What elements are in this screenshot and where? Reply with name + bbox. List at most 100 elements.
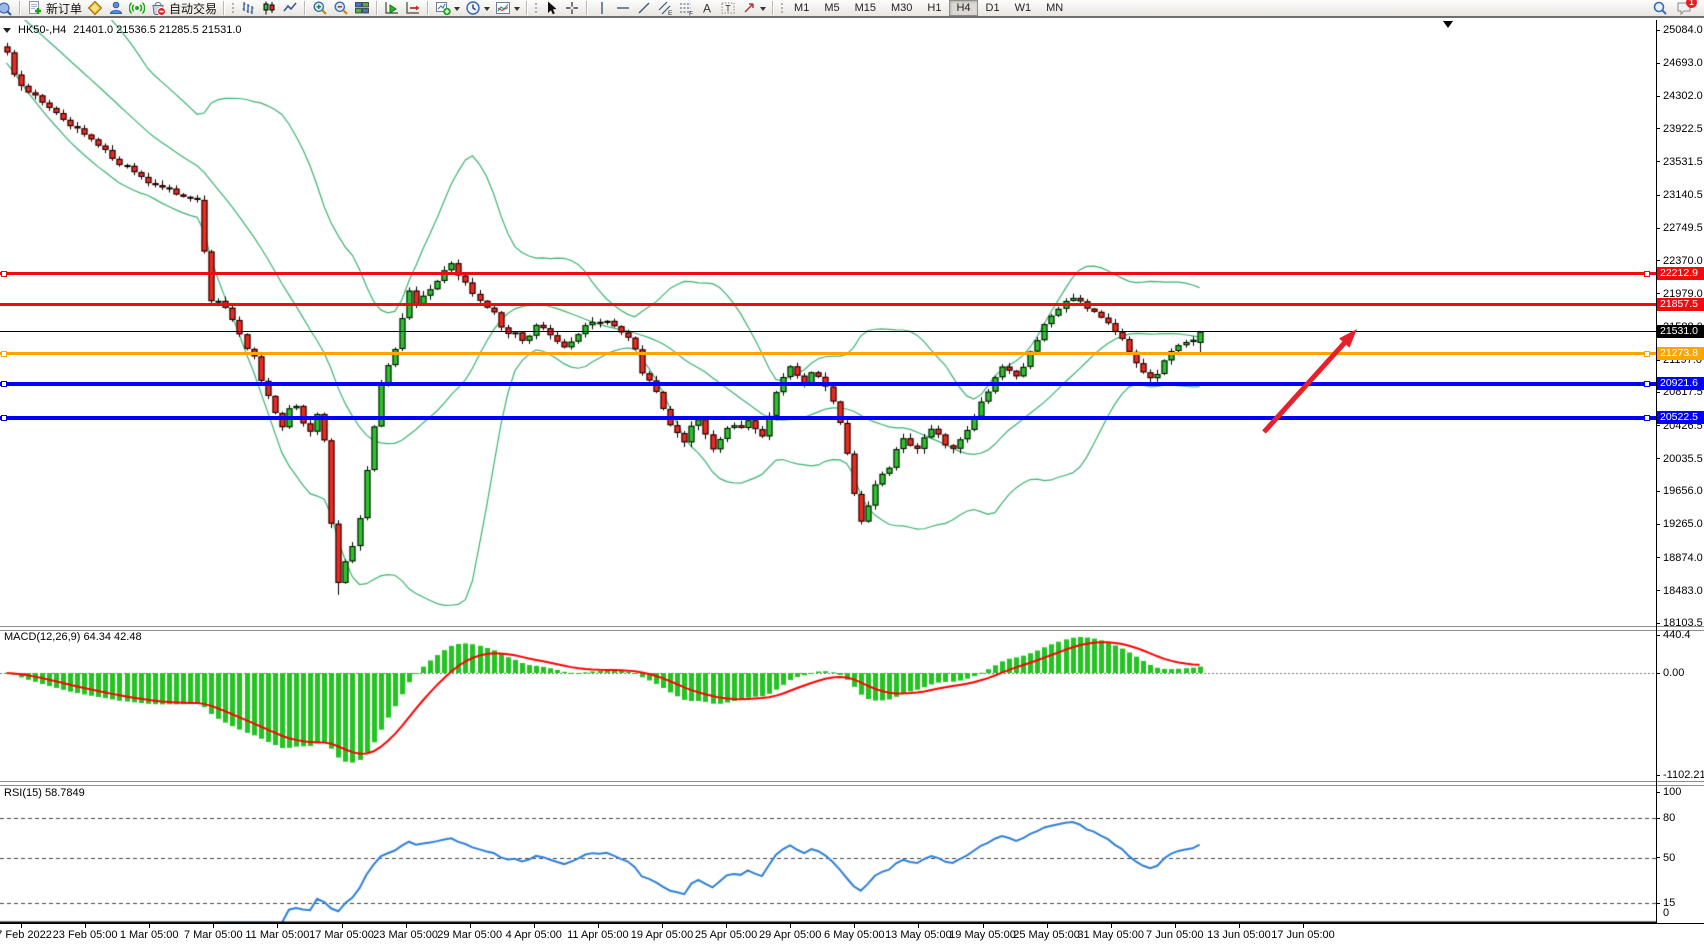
periods-icon — [465, 0, 481, 16]
toolbar-separator — [304, 1, 306, 15]
zoom-in-button[interactable] — [310, 0, 330, 17]
price-level-label: 22212.9 — [1657, 267, 1704, 280]
text-button[interactable]: A — [697, 0, 717, 17]
macd-axis-label: -1102.21 — [1663, 769, 1704, 781]
chart-shift-button[interactable] — [403, 0, 423, 17]
chart-shift-icon — [405, 0, 421, 16]
y-axis-tick — [1656, 161, 1660, 162]
fibonacci-button[interactable]: F — [676, 0, 696, 17]
signals-button[interactable] — [127, 0, 147, 17]
toolbar-grip[interactable] — [534, 2, 538, 15]
search-button[interactable] — [1652, 0, 1668, 16]
autotrading-button[interactable]: 自动交易 — [148, 0, 219, 17]
timeframe-d1-button[interactable]: D1 — [979, 0, 1007, 16]
timeframe-m1-button[interactable]: M1 — [787, 0, 816, 16]
main-price-chart[interactable] — [0, 20, 1656, 626]
signals-icon — [129, 0, 145, 16]
auto-scroll-button[interactable] — [382, 0, 402, 17]
templates-button[interactable] — [493, 0, 522, 17]
rsi-axis-label: 100 — [1663, 786, 1681, 798]
toolbar-separator — [586, 1, 588, 15]
rsi-axis-tick — [1656, 792, 1660, 793]
rsi-indicator-panel[interactable] — [0, 784, 1656, 923]
macd-axis-tick — [1656, 673, 1660, 674]
timeframe-h4-button[interactable]: H4 — [949, 0, 977, 16]
tile-windows-icon — [354, 0, 370, 16]
indicators-button[interactable] — [433, 0, 462, 17]
y-axis-tick — [1656, 458, 1660, 459]
time-axis-tick — [726, 924, 727, 928]
app-icon[interactable] — [0, 0, 15, 17]
candlestick-chart-icon — [261, 0, 277, 16]
line-chart-icon — [282, 0, 298, 16]
chat-button[interactable]: 1 — [1676, 0, 1692, 16]
y-axis-tick — [1656, 590, 1660, 591]
price-level-label: 21531.0 — [1657, 325, 1704, 338]
chat-unread-badge: 1 — [1686, 0, 1697, 8]
macd-axis-label: 440.4 — [1663, 629, 1691, 641]
profile-button[interactable] — [106, 0, 126, 17]
rsi-label: RSI(15) 58.7849 — [4, 787, 85, 799]
time-axis-tick — [1175, 924, 1176, 928]
toolbar-grip[interactable] — [231, 2, 235, 15]
trendline-icon — [636, 0, 652, 16]
metaeditor-icon — [87, 0, 103, 16]
chevron-down-icon — [514, 7, 520, 14]
time-axis-tick — [598, 924, 599, 928]
main-toolbar: 新订单 自动交易 — [0, 0, 1704, 18]
periods-button[interactable] — [463, 0, 492, 17]
panel-splitter[interactable] — [0, 626, 1704, 631]
y-axis-tick-label: 18874.0 — [1663, 552, 1703, 564]
toolbar-separator — [223, 1, 225, 15]
channel-icon: E — [657, 0, 673, 16]
time-axis-tick — [149, 924, 150, 928]
timeframe-w1-button[interactable]: W1 — [1008, 0, 1039, 16]
line-chart-button[interactable] — [280, 0, 300, 17]
timeframe-mn-button[interactable]: MN — [1039, 0, 1070, 16]
timeframe-m30-button[interactable]: M30 — [884, 0, 919, 16]
arrows-button[interactable] — [739, 0, 768, 17]
text-label-button[interactable]: T — [718, 0, 738, 17]
panel-splitter[interactable] — [0, 781, 1704, 786]
candlestick-chart-button[interactable] — [259, 0, 279, 17]
cursor-button[interactable] — [541, 0, 561, 17]
price-axis[interactable]: 25084.024693.024302.023922.523531.523140… — [1656, 20, 1704, 626]
vertical-line-icon — [594, 0, 610, 16]
time-axis-tick — [918, 924, 919, 928]
timeframe-h1-button[interactable]: H1 — [920, 0, 948, 16]
cursor-icon — [543, 0, 559, 16]
crosshair-button[interactable] — [562, 0, 582, 17]
y-axis-tick — [1656, 557, 1660, 558]
y-axis-tick-label: 24302.0 — [1663, 90, 1703, 102]
y-axis-tick-label: 22749.5 — [1663, 222, 1703, 234]
time-axis[interactable]: 17 Feb 202223 Feb 05:001 Mar 05:007 Mar … — [0, 923, 1704, 944]
new-order-button[interactable]: 新订单 — [25, 0, 84, 17]
channel-button[interactable]: E — [655, 0, 675, 17]
time-axis-tick — [1303, 924, 1304, 928]
time-axis-tick — [470, 924, 471, 928]
bar-chart-button[interactable] — [238, 0, 258, 17]
profile-icon — [108, 0, 124, 16]
y-axis-tick — [1656, 228, 1660, 229]
trendline-button[interactable] — [634, 0, 654, 17]
horizontal-line-button[interactable] — [613, 0, 633, 17]
chart-shift-marker[interactable] — [1443, 21, 1453, 33]
toolbar-grip[interactable] — [780, 2, 784, 15]
metaeditor-button[interactable] — [85, 0, 105, 17]
timeframe-m5-button[interactable]: M5 — [817, 0, 846, 16]
y-axis-tick-label: 25084.0 — [1663, 24, 1703, 36]
price-level-label: 21273.8 — [1657, 347, 1704, 360]
vertical-line-button[interactable] — [592, 0, 612, 17]
chevron-down-icon[interactable] — [3, 28, 11, 37]
time-axis-tick — [854, 924, 855, 928]
rsi-axis: 1008050150 — [1656, 784, 1704, 923]
y-axis-tick-label: 23531.5 — [1663, 156, 1703, 168]
chart-title: HK50-,H4 21401.0 21536.5 21285.5 21531.0 — [3, 23, 242, 37]
chevron-down-icon — [760, 7, 766, 14]
macd-indicator-panel[interactable] — [0, 629, 1656, 781]
timeframe-m15-button[interactable]: M15 — [848, 0, 883, 16]
time-axis-tick — [277, 924, 278, 928]
toolbar-right-group: 1 — [1652, 0, 1702, 16]
zoom-out-button[interactable] — [331, 0, 351, 17]
tile-windows-button[interactable] — [352, 0, 372, 17]
